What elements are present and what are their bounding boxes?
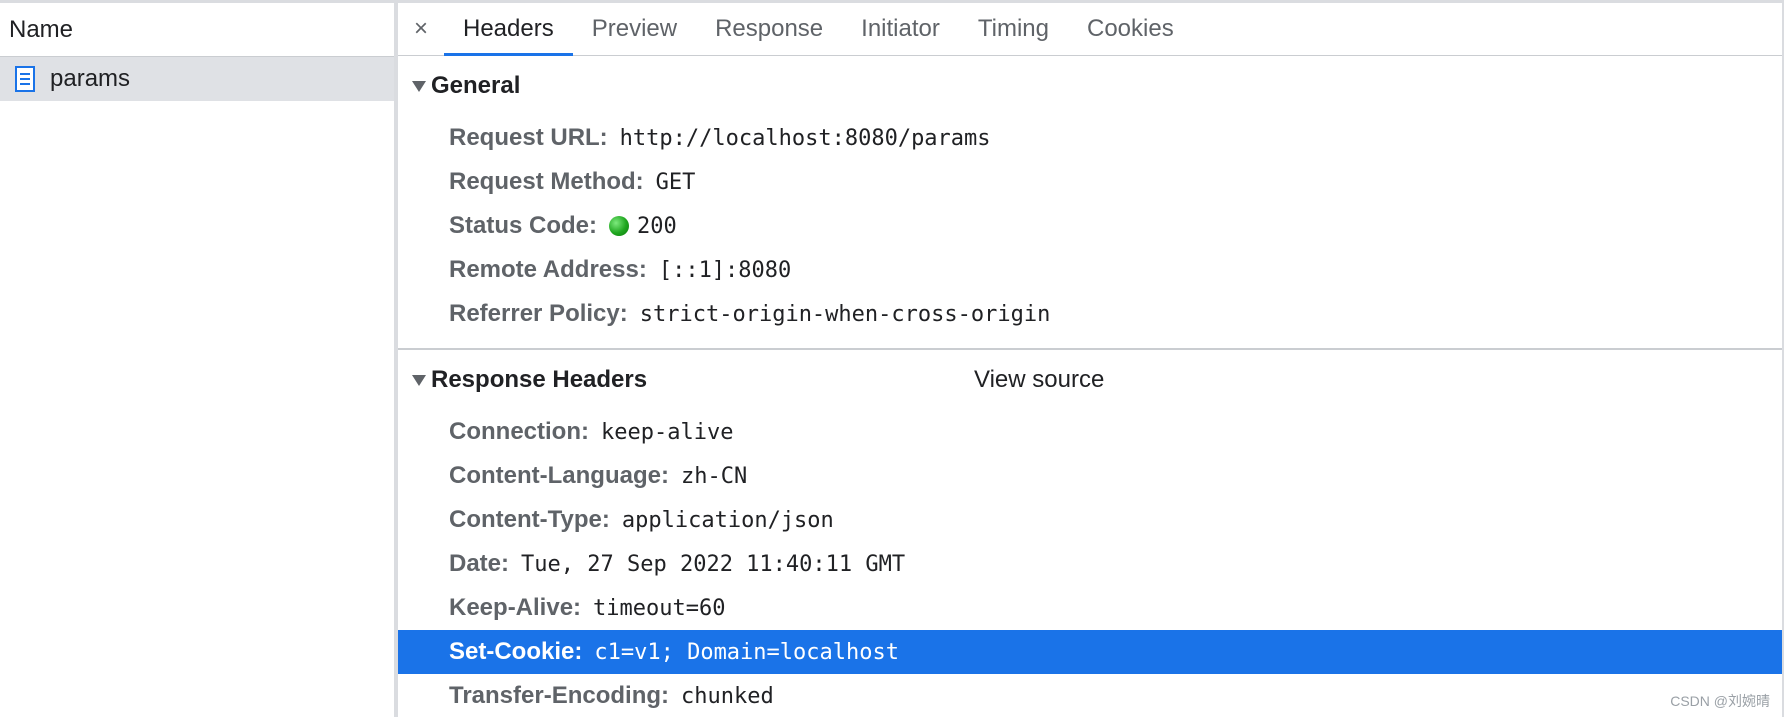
header-value: zh-CN: [680, 463, 748, 489]
tab-timing[interactable]: Timing: [959, 3, 1068, 55]
header-value: http://localhost:8080/params: [619, 125, 991, 151]
header-key: Content-Language:: [449, 462, 669, 489]
header-row-status-code[interactable]: Status Code: 200: [398, 204, 1784, 248]
header-row-remote-address[interactable]: Remote Address: [::1]:8080: [398, 248, 1784, 292]
header-row-date[interactable]: Date: Tue, 27 Sep 2022 11:40:11 GMT: [398, 542, 1784, 586]
header-value: timeout=60: [593, 595, 726, 621]
header-row-content-type[interactable]: Content-Type: application/json: [398, 498, 1784, 542]
collapse-triangle-icon: [412, 80, 426, 92]
header-value: c1=v1; Domain=localhost: [594, 639, 899, 665]
view-source-link[interactable]: View source: [974, 366, 1104, 394]
document-icon: [15, 66, 35, 92]
header-row-request-url[interactable]: Request URL: http://localhost:8080/param…: [398, 116, 1784, 160]
header-key: Set-Cookie:: [449, 638, 583, 665]
header-key: Transfer-Encoding:: [449, 682, 670, 709]
request-list-panel: Name params: [0, 3, 394, 717]
header-value: strict-origin-when-cross-origin: [639, 301, 1051, 327]
tab-cookies[interactable]: Cookies: [1068, 3, 1193, 55]
header-row-connection[interactable]: Connection: keep-alive: [398, 410, 1784, 454]
request-detail-panel: × Headers Preview Response Initiator Tim…: [398, 3, 1784, 717]
tab-initiator[interactable]: Initiator: [842, 3, 959, 55]
header-key: Remote Address:: [449, 256, 647, 283]
header-key: Request URL:: [449, 124, 608, 151]
name-column-label: Name: [9, 15, 74, 43]
header-key: Keep-Alive:: [449, 594, 582, 621]
header-key: Referrer Policy:: [449, 300, 628, 327]
tab-response[interactable]: Response: [696, 3, 842, 55]
header-key: Date:: [449, 550, 510, 577]
header-row-keep-alive[interactable]: Keep-Alive: timeout=60: [398, 586, 1784, 630]
header-row-referrer-policy[interactable]: Referrer Policy: strict-origin-when-cros…: [398, 292, 1784, 336]
name-column-header[interactable]: Name: [0, 3, 394, 57]
detail-tabs: × Headers Preview Response Initiator Tim…: [398, 3, 1784, 56]
header-value: [::1]:8080: [658, 257, 792, 283]
header-value: chunked: [681, 683, 774, 709]
close-icon[interactable]: ×: [398, 3, 444, 55]
general-section-title: General: [431, 72, 521, 99]
header-key: Content-Type:: [449, 506, 610, 533]
header-key: Connection:: [449, 418, 589, 445]
tab-headers[interactable]: Headers: [444, 3, 573, 56]
header-value: application/json: [621, 507, 834, 533]
tab-preview[interactable]: Preview: [573, 3, 696, 55]
header-row-transfer-encoding[interactable]: Transfer-Encoding: chunked: [398, 674, 1784, 718]
header-row-content-language[interactable]: Content-Language: zh-CN: [398, 454, 1784, 498]
header-row-set-cookie[interactable]: Set-Cookie: c1=v1; Domain=localhost: [398, 630, 1784, 674]
collapse-triangle-icon: [412, 374, 426, 386]
header-value: keep-alive: [600, 419, 734, 445]
header-key: Status Code:: [449, 212, 598, 239]
response-headers-section-header[interactable]: Response Headers View source: [398, 350, 1784, 410]
header-row-request-method[interactable]: Request Method: GET: [398, 160, 1784, 204]
status-ok-icon: [609, 216, 630, 236]
watermark-text: CSDN @刘婉晴: [1670, 693, 1770, 709]
request-name: params: [50, 65, 131, 92]
response-headers-title: Response Headers: [431, 366, 648, 393]
request-row[interactable]: params: [0, 57, 394, 101]
header-value: GET: [655, 169, 696, 195]
header-value: 200: [637, 213, 677, 239]
general-section-header[interactable]: General: [398, 56, 1784, 116]
header-value: Tue, 27 Sep 2022 11:40:11 GMT: [521, 551, 906, 577]
header-key: Request Method:: [449, 168, 644, 195]
